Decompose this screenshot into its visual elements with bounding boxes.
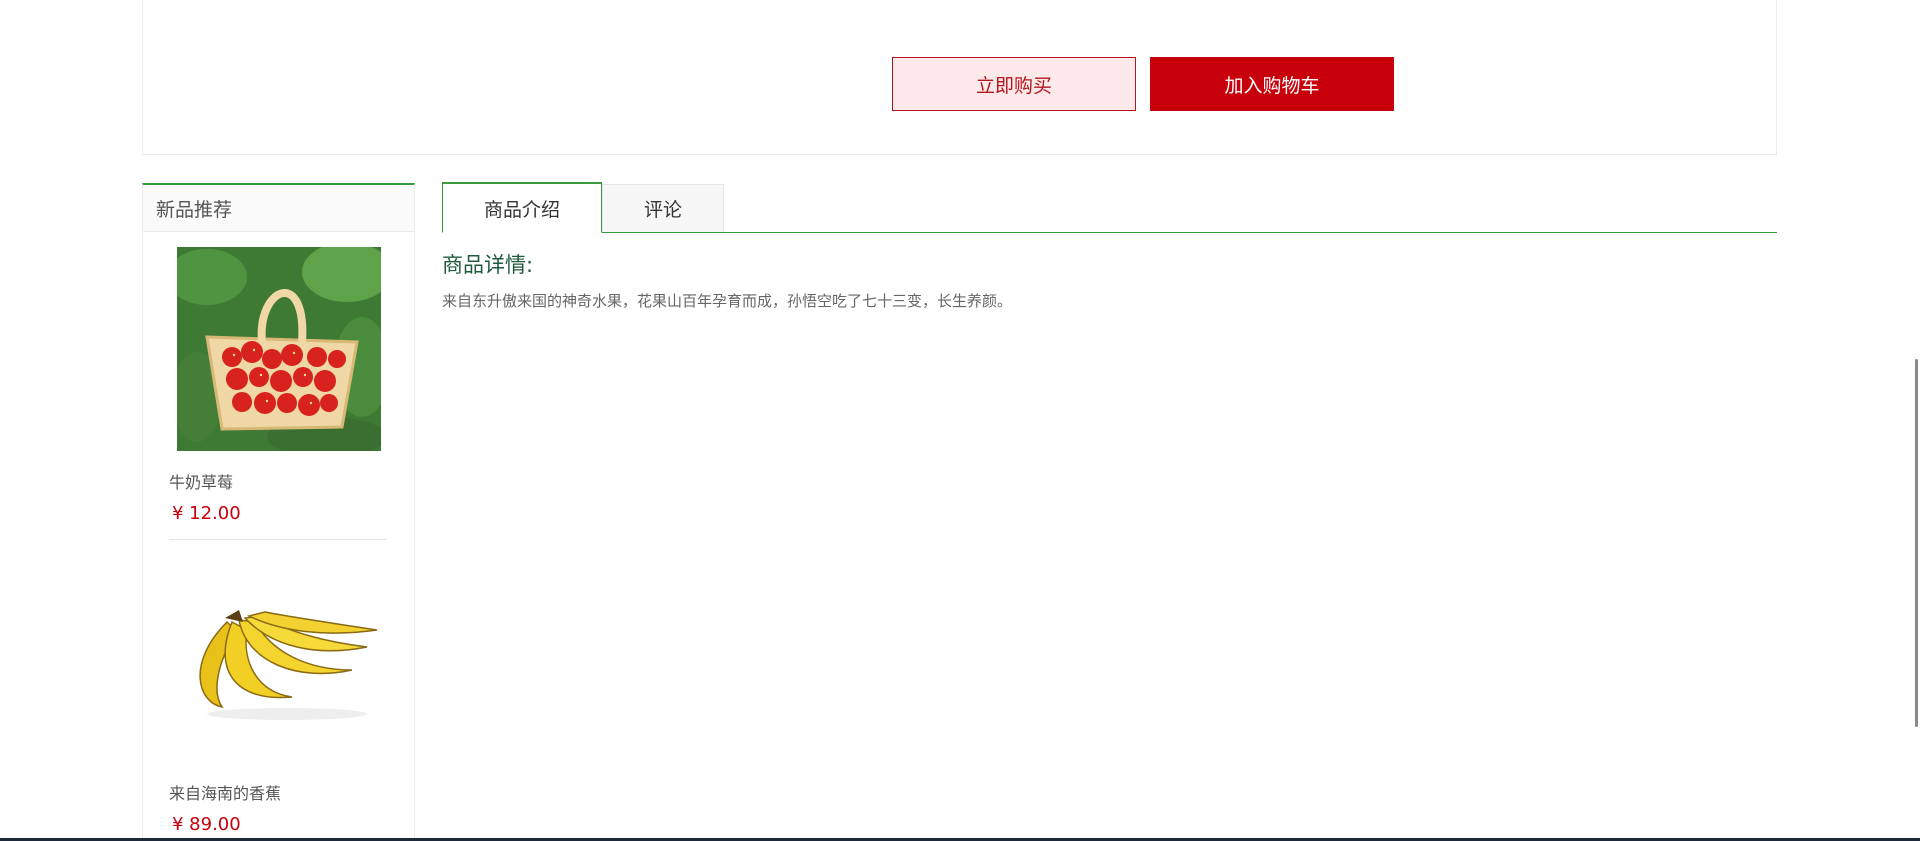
strawberry-basket-image[interactable] bbox=[177, 247, 381, 451]
sidebar-product-strawberry[interactable]: 牛奶草莓 ¥ 12.00 bbox=[169, 247, 387, 547]
product-tabs: 商品介绍 评论 bbox=[442, 182, 1777, 233]
sidebar-title: 新品推荐 bbox=[143, 185, 414, 232]
banana-bunch-image[interactable] bbox=[177, 552, 381, 756]
scrollbar-thumb[interactable] bbox=[1915, 359, 1918, 727]
product-name[interactable]: 牛奶草莓 bbox=[169, 469, 233, 493]
detail-title: 商品详情: bbox=[442, 253, 534, 277]
new-products-sidebar: 新品推荐 牛奶草莓 ¥ 12.00 来自海南的香蕉 ¥ 89.00 bbox=[142, 183, 415, 841]
product-price: ¥ 12.00 bbox=[172, 503, 241, 524]
product-divider bbox=[169, 539, 387, 540]
purchase-panel: 立即购买 加入购物车 bbox=[142, 0, 1777, 155]
detail-description: 来自东升傲来国的神奇水果，花果山百年孕育而成，孙悟空吃了七十三变，长生养颜。 bbox=[442, 292, 1013, 310]
buy-now-button[interactable]: 立即购买 bbox=[892, 57, 1136, 111]
add-to-cart-button[interactable]: 加入购物车 bbox=[1150, 57, 1394, 111]
product-price: ¥ 89.00 bbox=[172, 814, 241, 835]
tab-product-intro[interactable]: 商品介绍 bbox=[442, 182, 602, 233]
tab-comments[interactable]: 评论 bbox=[602, 184, 724, 232]
sidebar-product-banana[interactable]: 来自海南的香蕉 ¥ 89.00 bbox=[169, 552, 387, 841]
product-name[interactable]: 来自海南的香蕉 bbox=[169, 780, 281, 804]
